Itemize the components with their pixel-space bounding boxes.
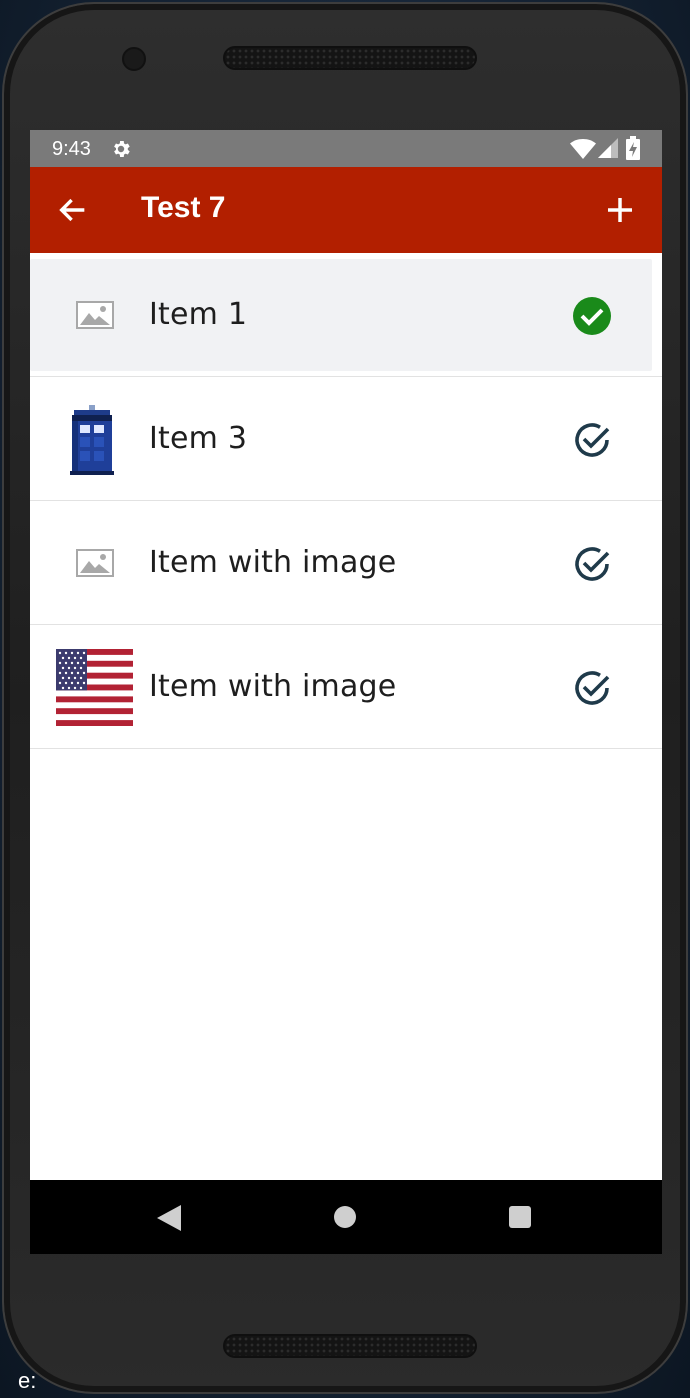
gear-icon	[114, 141, 130, 157]
status-bar: 9:43	[30, 130, 662, 167]
item-list: Item 1 Item 3 Item with image Item with …	[30, 253, 662, 749]
battery-charging-icon	[626, 136, 640, 160]
front-camera	[122, 47, 146, 71]
bottom-speaker	[223, 1334, 477, 1358]
list-item-label: Item with image	[149, 669, 397, 704]
us-flag-image	[56, 649, 133, 726]
check-circle-outline-icon[interactable]	[571, 419, 613, 461]
selected-row-highlight	[30, 259, 652, 371]
check-circle-filled-icon[interactable]	[571, 295, 613, 337]
arrow-left-icon[interactable]	[56, 193, 90, 227]
phone-screen: 9:43 Test 7 Item 1 Item 3 Item with imag…	[30, 130, 662, 1254]
wifi-icon	[570, 139, 596, 159]
check-circle-outline-icon[interactable]	[571, 543, 613, 585]
tardis-image	[70, 405, 114, 475]
plus-icon[interactable]	[604, 194, 636, 226]
image-placeholder-icon	[76, 301, 114, 329]
system-nav-bar	[30, 1180, 662, 1254]
list-item[interactable]: Item 1	[30, 253, 662, 377]
image-placeholder-icon	[76, 549, 114, 577]
page-title: Test 7	[141, 191, 226, 224]
status-time: 9:43	[52, 138, 91, 160]
list-item[interactable]: Item with image	[30, 625, 662, 749]
nav-home-icon[interactable]	[334, 1206, 356, 1228]
list-item-label: Item 3	[149, 421, 248, 456]
signal-icon	[598, 138, 618, 158]
list-item[interactable]: Item 3	[30, 377, 662, 501]
nav-back-icon[interactable]	[157, 1205, 181, 1231]
list-item-label: Item 1	[149, 297, 248, 332]
top-speaker	[223, 46, 477, 70]
nav-recents-icon[interactable]	[509, 1206, 531, 1228]
check-circle-outline-icon[interactable]	[571, 667, 613, 709]
list-item[interactable]: Item with image	[30, 501, 662, 625]
list-item-label: Item with image	[149, 545, 397, 580]
app-bar: Test 7	[30, 167, 662, 253]
